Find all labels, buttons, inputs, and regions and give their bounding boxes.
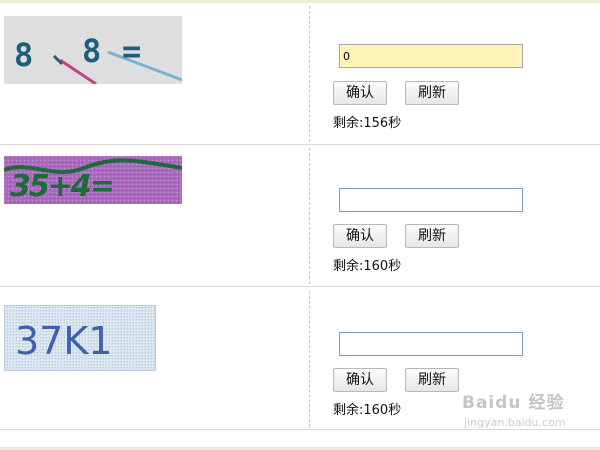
captcha-glyphs-1: 8 [14,36,33,74]
captcha-glyphs-2: 35+4= [10,169,113,204]
captcha-answer-input-3[interactable] [339,332,523,356]
svg-text:=: = [122,32,141,70]
countdown-timer-3: 剩余:160秒 [333,403,402,418]
confirm-button-1[interactable]: 确认 [333,81,387,105]
confirm-button-2[interactable]: 确认 [333,224,387,248]
countdown-timer-1: 剩余:156秒 [333,116,402,131]
column-divider [309,6,310,142]
captcha-glyphs-3: 37K1 [15,319,112,363]
captcha-answer-input-1[interactable] [339,44,523,68]
baidu-jingyan-watermark: Baidu 经验 jingyan.baidu.com [462,388,598,438]
confirm-button-3[interactable]: 确认 [333,368,387,392]
column-divider [309,291,310,427]
captcha-row-2: 35+4= 确认 刷新 剩余:160秒 [0,146,600,287]
refresh-button-2[interactable]: 刷新 [405,224,459,248]
refresh-button-3[interactable]: 刷新 [405,368,459,392]
svg-text:8: 8 [82,32,101,70]
refresh-button-1[interactable]: 刷新 [405,81,459,105]
captcha-answer-input-2[interactable] [339,188,523,212]
watermark-url: jingyan.baidu.com [464,416,566,429]
captcha-image-3: 37K1 [4,305,156,371]
captcha-image-1: 8 8 = [4,16,182,84]
captcha-image-2: 35+4= [4,156,182,204]
countdown-timer-2: 剩余:160秒 [333,259,402,274]
top-border [0,0,600,3]
watermark-brand: Baidu 经验 [462,393,565,413]
column-divider [309,148,310,284]
captcha-row-1: 8 8 = 确认 刷新 剩余:156秒 [0,4,600,145]
